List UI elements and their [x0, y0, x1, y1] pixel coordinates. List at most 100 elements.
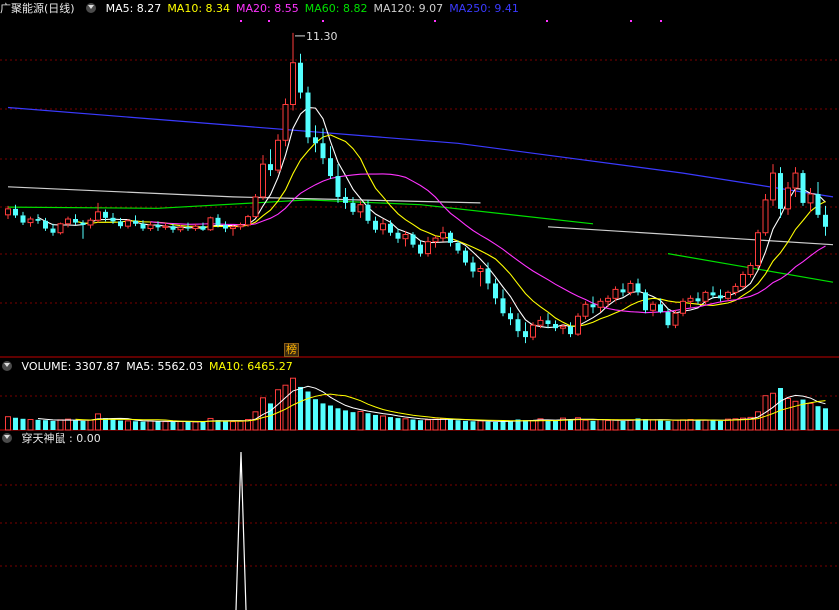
candle-body	[823, 214, 828, 227]
volume-bar	[275, 389, 281, 431]
candle-body	[5, 208, 11, 216]
candle-body	[103, 211, 108, 218]
volume-bar	[118, 420, 123, 430]
volume-bar	[785, 398, 791, 431]
candle-body	[133, 220, 138, 224]
volume-bar	[508, 420, 513, 430]
volume-bar	[268, 403, 273, 430]
volume-bar	[477, 420, 484, 431]
candle-body	[275, 139, 281, 171]
volume-label: MA10: 6465.27	[208, 360, 293, 373]
indicator-label: 穿天神鼠 : 0.00	[21, 432, 101, 445]
candle-body	[560, 325, 566, 329]
stock-title: 广聚能源(日线)	[0, 2, 75, 15]
candle-body	[162, 225, 169, 228]
volume-bar	[313, 399, 318, 430]
rank-badge[interactable]: 榜	[284, 343, 299, 357]
candle-body	[185, 227, 191, 229]
candle-body	[537, 319, 544, 326]
ma-label: MA250: 9.41	[449, 2, 519, 15]
candle-body	[732, 285, 739, 293]
candle-body	[470, 262, 476, 272]
candle-body	[485, 268, 491, 284]
volume-bar	[448, 419, 453, 430]
ma-label: MA5: 8.27	[105, 2, 162, 15]
dropdown-icon[interactable]	[2, 361, 12, 371]
volume-bar	[455, 420, 461, 430]
candle-body	[13, 208, 18, 216]
signal-dot	[546, 20, 548, 22]
candle-body	[650, 303, 656, 311]
dropdown-icon[interactable]	[86, 3, 97, 13]
candle-body	[207, 217, 214, 231]
candle-body	[800, 173, 806, 203]
indicator-header: 穿天神鼠 : 0.00	[0, 430, 107, 448]
candle-body	[807, 193, 814, 204]
candle-body	[252, 196, 259, 218]
volume-label: MA5: 5562.03	[126, 360, 203, 373]
volume-bar	[215, 420, 221, 430]
candle-body	[305, 92, 311, 138]
candle-body	[170, 226, 176, 230]
volume-bar	[357, 410, 364, 431]
candle-body	[695, 298, 701, 302]
volume-bar	[110, 419, 116, 430]
candle-body	[237, 224, 244, 228]
volume-labels: VOLUME: 3307.87 MA5: 5562.03 MA10: 6465.27	[22, 360, 299, 373]
candle-body	[73, 219, 78, 223]
high-price-label: 11.30	[306, 30, 338, 43]
ma-label: MA20: 8.55	[236, 2, 299, 15]
volume-bar	[200, 421, 206, 430]
volume-ma-ma10	[75, 393, 826, 423]
ma-line-ma120	[547, 226, 834, 246]
volume-bar	[500, 421, 506, 430]
candle-body	[672, 312, 679, 326]
candle-body	[785, 187, 791, 210]
candle-body	[223, 224, 228, 229]
volume-bar	[365, 413, 371, 430]
candle-body	[740, 273, 746, 287]
candle-body	[432, 237, 439, 243]
signal-dot	[434, 20, 436, 22]
volume-bar	[80, 420, 86, 430]
candle-body	[388, 223, 393, 233]
volume-bar	[95, 413, 101, 431]
ma-line-ma20	[150, 173, 826, 314]
candle-body	[95, 211, 101, 221]
candle-body	[245, 216, 251, 226]
volume-bar	[687, 419, 694, 431]
volume-bar	[643, 419, 648, 430]
volume-bar	[463, 420, 468, 430]
volume-bar	[305, 391, 311, 430]
dropdown-icon[interactable]	[2, 433, 12, 443]
volume-bar	[73, 420, 78, 430]
volume-label: VOLUME: 3307.87	[21, 360, 121, 373]
volume-bar	[162, 421, 169, 431]
candle-body	[357, 204, 364, 213]
price-header: 广聚能源(日线) MA5: 8.27 MA10: 8.34 MA20: 8.55 MA…	[0, 0, 531, 18]
candle-body	[200, 226, 206, 230]
volume-bar	[170, 421, 176, 430]
candle-body	[605, 297, 611, 302]
volume-bar	[425, 419, 431, 431]
candle-body	[118, 221, 123, 227]
volume-bar	[282, 384, 289, 431]
candle-body	[343, 196, 348, 203]
volume-bar	[597, 419, 604, 431]
candle-body	[350, 202, 356, 212]
volume-bar	[695, 420, 701, 430]
candle-body	[597, 300, 604, 308]
volume-bar	[185, 421, 191, 430]
candle-body	[620, 289, 626, 293]
volume-bar	[20, 418, 26, 430]
candle-body	[87, 219, 94, 226]
candle-body	[80, 222, 86, 225]
volume-bar	[343, 410, 348, 430]
volume-bar	[658, 420, 663, 430]
candle-body	[710, 292, 716, 296]
volume-bar	[328, 405, 333, 430]
volume-bar	[57, 419, 64, 431]
candle-body	[553, 323, 558, 329]
volume-bar	[815, 406, 821, 430]
candle-body	[65, 218, 71, 225]
